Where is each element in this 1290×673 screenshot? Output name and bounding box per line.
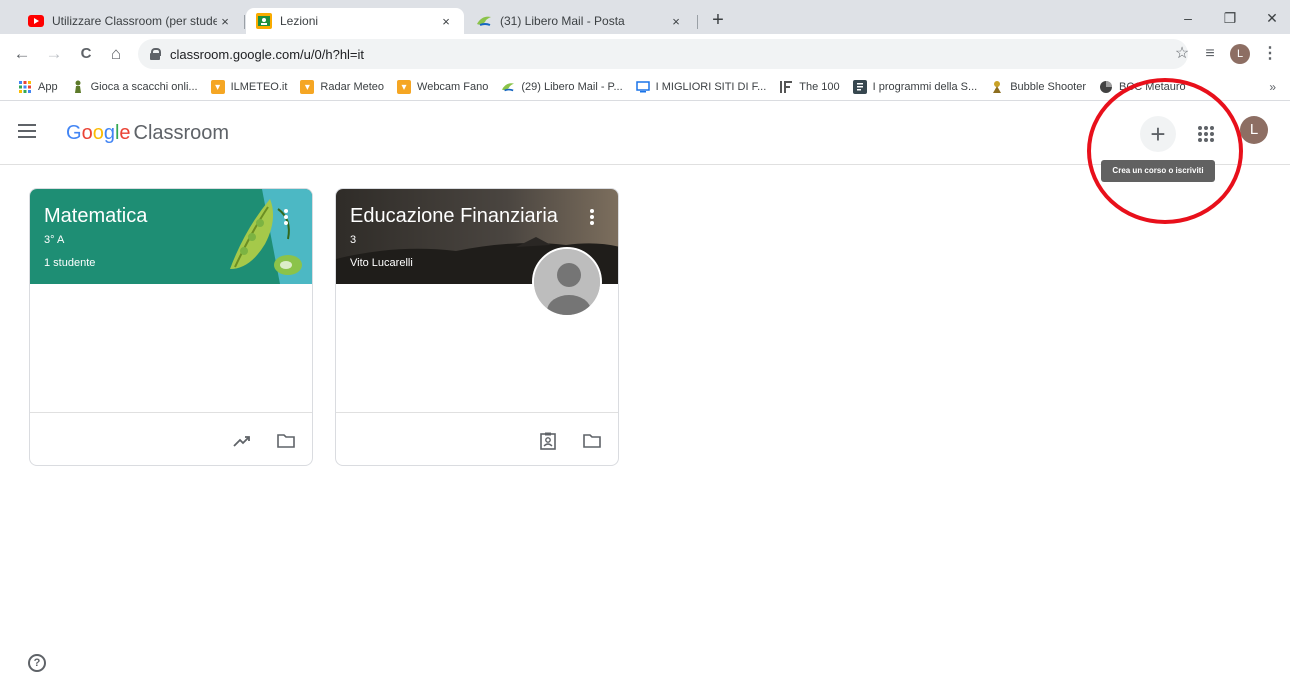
tab-libero[interactable]: (31) Libero Mail - Posta × bbox=[466, 8, 694, 34]
url-text: classroom.google.com/u/0/h?hl=it bbox=[170, 46, 365, 62]
account-avatar[interactable]: L bbox=[1240, 116, 1268, 144]
bookmark-label: Webcam Fano bbox=[417, 81, 489, 93]
course-card-educazione-finanziaria[interactable]: Educazione Finanziaria 3 Vito Lucarelli bbox=[335, 188, 619, 466]
red-highlight-circle bbox=[1087, 78, 1243, 224]
bookmark-bubble-shooter[interactable]: Bubble Shooter bbox=[990, 80, 1086, 94]
bookmark-label: Gioca a scacchi onli... bbox=[90, 81, 198, 93]
help-icon[interactable]: ? bbox=[28, 654, 46, 672]
restore-button[interactable]: ❐ bbox=[1212, 6, 1248, 30]
logo-letter: o bbox=[92, 122, 104, 144]
bookmark-chess[interactable]: Gioca a scacchi onli... bbox=[71, 80, 198, 94]
close-icon[interactable]: × bbox=[668, 14, 684, 29]
browser-tab-strip: Utilizzare Classroom (per student × Lezi… bbox=[0, 0, 1290, 34]
libero-icon bbox=[501, 80, 515, 94]
course-card-header[interactable]: Matematica 3° A 1 studente bbox=[30, 189, 312, 284]
lock-icon bbox=[150, 48, 161, 60]
bookmark-label: I MIGLIORI SITI DI F... bbox=[655, 81, 767, 93]
bookmark-app[interactable]: App bbox=[18, 80, 58, 94]
tab-separator bbox=[697, 15, 698, 29]
course-section: 3 bbox=[350, 234, 357, 246]
bookmark-label: Radar Meteo bbox=[320, 81, 385, 93]
logo-letter: G bbox=[66, 122, 82, 144]
browser-toolbar: ← → C ⌂ classroom.google.com/u/0/h?hl=it… bbox=[0, 34, 1290, 74]
bubble-shooter-icon bbox=[990, 80, 1004, 94]
bookmark-programmi[interactable]: I programmi della S... bbox=[852, 80, 978, 94]
ilmeteo-icon: ▾ bbox=[397, 80, 412, 94]
more-options-icon[interactable] bbox=[584, 207, 600, 227]
new-tab-button[interactable]: + bbox=[706, 9, 730, 33]
tab-title: Utilizzare Classroom (per student bbox=[52, 14, 217, 28]
bookmark-label: App bbox=[38, 81, 58, 93]
trending-up-icon[interactable] bbox=[232, 432, 252, 450]
folder-icon[interactable] bbox=[582, 432, 602, 450]
classroom-icon bbox=[256, 13, 272, 29]
course-subtitle[interactable]: 1 studente bbox=[44, 257, 95, 269]
reading-list-icon[interactable]: ≡ bbox=[1198, 42, 1222, 66]
document-icon bbox=[852, 80, 867, 94]
teacher-avatar bbox=[532, 247, 602, 317]
reload-button[interactable]: C bbox=[74, 42, 98, 66]
course-title[interactable]: Matematica bbox=[44, 205, 147, 228]
the100-icon bbox=[779, 80, 793, 94]
tab-title: (31) Libero Mail - Posta bbox=[500, 14, 625, 28]
course-title[interactable]: Educazione Finanziaria bbox=[350, 205, 558, 228]
bookmarks-overflow-button[interactable]: » bbox=[1269, 80, 1276, 94]
close-icon[interactable]: × bbox=[438, 14, 454, 29]
bookmark-radar-meteo[interactable]: ▾ Radar Meteo bbox=[300, 80, 384, 94]
browser-menu-icon[interactable]: ⋮ bbox=[1258, 42, 1282, 66]
bookmark-ilmeteo[interactable]: ▾ ILMETEO.it bbox=[210, 80, 288, 94]
home-button[interactable]: ⌂ bbox=[104, 42, 128, 66]
back-button[interactable]: ← bbox=[10, 42, 34, 66]
bookmark-the-100[interactable]: The 100 bbox=[779, 80, 840, 94]
bookmark-label: I programmi della S... bbox=[872, 81, 978, 93]
minimize-button[interactable]: – bbox=[1170, 6, 1206, 30]
course-card-footer bbox=[336, 412, 618, 465]
course-card-footer bbox=[30, 412, 312, 465]
forward-button[interactable]: → bbox=[42, 42, 66, 66]
ilmeteo-icon: ▾ bbox=[300, 80, 315, 94]
close-icon[interactable]: × bbox=[217, 14, 233, 29]
libero-icon bbox=[476, 13, 492, 29]
browser-profile-avatar[interactable]: L bbox=[1230, 44, 1250, 64]
bookmark-webcam-fano[interactable]: ▾ Webcam Fano bbox=[397, 80, 488, 94]
address-bar[interactable]: classroom.google.com/u/0/h?hl=it bbox=[138, 39, 1188, 69]
bank-icon bbox=[1099, 80, 1113, 94]
tab-title: Lezioni bbox=[280, 14, 319, 28]
bookmark-label: Bubble Shooter bbox=[1010, 81, 1087, 93]
bookmark-label: ILMETEO.it bbox=[230, 81, 288, 93]
course-teacher[interactable]: Vito Lucarelli bbox=[350, 257, 413, 269]
youtube-icon bbox=[28, 13, 44, 29]
bookmark-migliori-siti[interactable]: I MIGLIORI SITI DI F... bbox=[635, 80, 767, 94]
site-icon bbox=[635, 80, 650, 94]
logo-letter: g bbox=[103, 122, 115, 144]
google-classroom-logo[interactable]: Google Classroom bbox=[66, 122, 229, 145]
window-close-button[interactable]: ✕ bbox=[1254, 6, 1290, 30]
folder-icon[interactable] bbox=[276, 432, 296, 450]
bookmarks-bar: App Gioca a scacchi onli... ▾ ILMETEO.it… bbox=[0, 74, 1290, 101]
tab-separator bbox=[244, 15, 245, 29]
tab-youtube[interactable]: Utilizzare Classroom (per student × bbox=[18, 8, 243, 34]
chess-pawn-icon bbox=[71, 80, 85, 94]
logo-letter: o bbox=[81, 122, 93, 144]
bookmark-label: (29) Libero Mail - P... bbox=[521, 81, 623, 93]
course-card-matematica[interactable]: Matematica 3° A 1 studente bbox=[29, 188, 313, 466]
apps-grid-icon bbox=[18, 80, 32, 94]
bookmark-star-icon[interactable]: ☆ bbox=[1170, 42, 1194, 66]
bookmark-label: The 100 bbox=[799, 81, 840, 93]
ilmeteo-icon: ▾ bbox=[210, 80, 225, 94]
more-options-icon[interactable] bbox=[278, 207, 294, 227]
course-section: 3° A bbox=[44, 234, 65, 246]
assignment-ind-icon[interactable] bbox=[538, 432, 558, 450]
bookmark-libero-mail[interactable]: (29) Libero Mail - P... bbox=[501, 80, 623, 94]
tab-lezioni[interactable]: Lezioni × bbox=[246, 8, 464, 34]
main-menu-icon[interactable] bbox=[18, 124, 36, 138]
course-banner-peas bbox=[30, 189, 312, 284]
logo-letter: e bbox=[119, 122, 131, 144]
logo-product-name: Classroom bbox=[133, 122, 230, 144]
